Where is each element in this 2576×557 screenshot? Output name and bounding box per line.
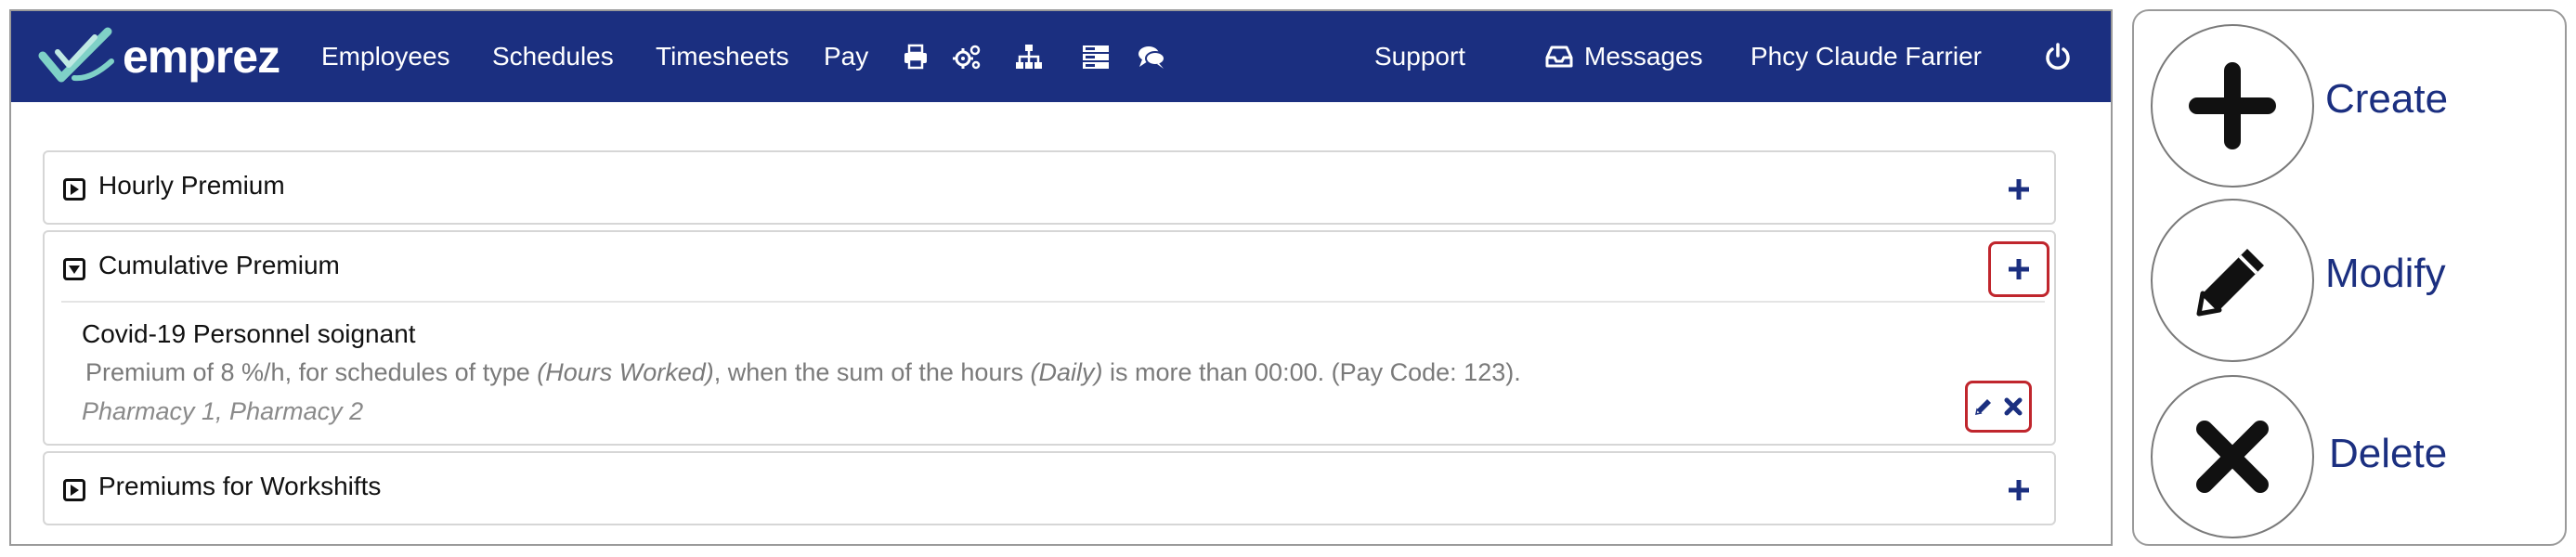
caret-right-icon[interactable] xyxy=(63,178,85,201)
premium-item-description: Premium of 8 %/h, for schedules of type … xyxy=(85,358,1521,386)
panel-premiums-for-workshifts: Premiums for Workshifts xyxy=(43,451,2056,525)
panel-cumulative-premium: Cumulative Premium Covid-19 Personnel so… xyxy=(43,230,2056,446)
legend-modify-icon-circle xyxy=(2151,199,2314,362)
panel-title: Premiums for Workshifts xyxy=(98,472,382,500)
icon-legend: Create Modify Delete xyxy=(2132,9,2567,546)
panel-title: Cumulative Premium xyxy=(98,251,340,279)
add-premium-button[interactable] xyxy=(1988,162,2049,217)
legend-delete-label: Delete xyxy=(2329,431,2448,476)
panel-hourly-premium: Hourly Premium xyxy=(43,150,2056,225)
delete-icon[interactable] xyxy=(2002,395,2024,418)
legend-create-icon-circle xyxy=(2151,24,2314,188)
pencil-icon[interactable] xyxy=(1972,395,1995,418)
plus-icon xyxy=(2009,179,2029,200)
nav-schedules[interactable]: Schedules xyxy=(492,11,614,102)
printer-icon[interactable] xyxy=(901,42,930,71)
plus-icon xyxy=(2009,259,2029,279)
close-icon xyxy=(2196,421,2269,493)
premium-item-title: Covid-19 Personnel soignant xyxy=(82,319,416,348)
messages-label: Messages xyxy=(1584,42,1703,71)
panel-divider xyxy=(61,301,2045,303)
caret-right-icon[interactable] xyxy=(63,479,85,501)
logo-text: emprez xyxy=(123,31,280,83)
emprez-logo[interactable]: emprez xyxy=(37,24,280,89)
item-action-buttons xyxy=(1965,381,2032,433)
nav-messages[interactable]: Messages xyxy=(1545,11,1703,102)
power-icon[interactable] xyxy=(2043,42,2073,71)
plus-icon xyxy=(2189,62,2276,149)
add-premium-button[interactable] xyxy=(1988,241,2049,297)
sitemap-icon[interactable] xyxy=(1014,42,1044,71)
gears-icon[interactable] xyxy=(953,42,982,71)
panel-header[interactable]: Premiums for Workshifts xyxy=(45,453,2054,524)
plus-icon xyxy=(2009,480,2029,500)
nav-pay[interactable]: Pay xyxy=(824,11,868,102)
pencil-icon xyxy=(2196,249,2264,317)
panel-header[interactable]: Hourly Premium xyxy=(45,152,2054,223)
inbox-icon xyxy=(1545,45,1573,68)
add-premium-button[interactable] xyxy=(1988,462,2049,518)
top-navbar: emprez Employees Schedules Timesheets Pa… xyxy=(11,11,2111,102)
comments-icon[interactable] xyxy=(1137,42,1166,71)
nav-user[interactable]: Phcy Claude Farrier xyxy=(1750,11,1982,102)
panel-header[interactable]: Cumulative Premium xyxy=(45,232,2054,303)
nav-employees[interactable]: Employees xyxy=(321,11,450,102)
legend-delete-icon-circle xyxy=(2151,375,2314,538)
server-icon[interactable] xyxy=(1081,42,1111,71)
caret-down-icon[interactable] xyxy=(63,258,85,280)
premium-item-locations: Pharmacy 1, Pharmacy 2 xyxy=(82,397,364,425)
panel-title: Hourly Premium xyxy=(98,171,285,200)
emprez-logo-mark xyxy=(38,27,114,83)
app-window: emprez Employees Schedules Timesheets Pa… xyxy=(9,9,2113,546)
nav-timesheets[interactable]: Timesheets xyxy=(656,11,789,102)
legend-modify-label: Modify xyxy=(2325,251,2446,296)
legend-create-label: Create xyxy=(2325,76,2449,122)
nav-support[interactable]: Support xyxy=(1374,11,1465,102)
